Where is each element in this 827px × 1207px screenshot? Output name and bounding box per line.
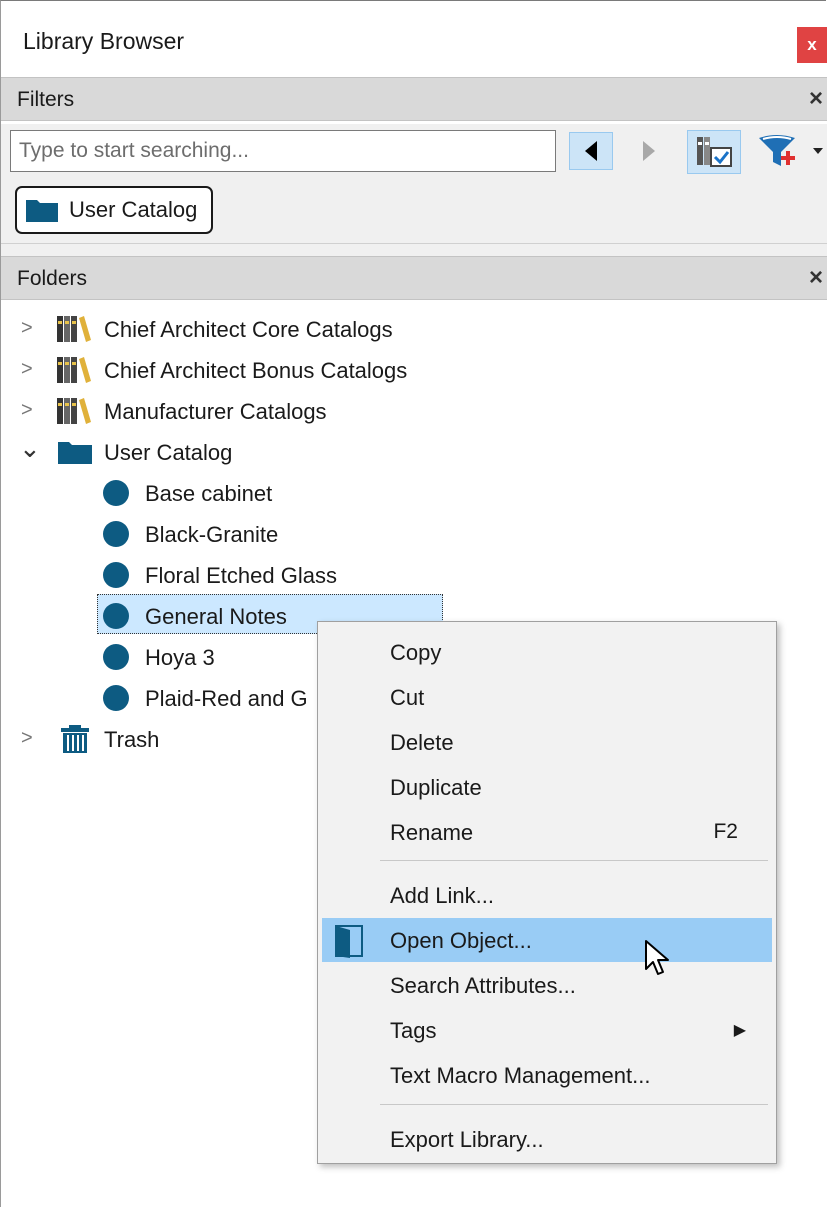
menu-item-label: Copy <box>390 640 442 665</box>
search-input[interactable] <box>10 130 556 172</box>
library-browser-window: Library Browser x Filters × Type to star… <box>0 0 827 1207</box>
forward-button[interactable] <box>629 132 669 170</box>
tree-item-label: Chief Architect Core Catalogs <box>104 317 393 342</box>
menu-item-label: Duplicate <box>390 775 482 800</box>
user-catalog-filter-chip[interactable]: User Catalog <box>15 186 213 234</box>
submenu-arrow-icon: ▶ <box>733 1022 746 1039</box>
tree-item-label: Trash <box>104 727 160 752</box>
shortcut-label: F2 <box>713 820 738 843</box>
open-object-icon <box>334 924 366 963</box>
filters-title: Filters <box>17 88 75 111</box>
menu-separator <box>380 860 768 861</box>
catalog-check-icon <box>697 137 732 167</box>
title-bar: Library Browser x <box>1 1 827 71</box>
mouse-cursor-icon <box>645 940 669 975</box>
menu-item-cut[interactable]: Cut <box>322 675 772 719</box>
tree-item-label: User Catalog <box>104 440 233 465</box>
search-toolbar <box>1 124 827 182</box>
expand-icon[interactable]: > <box>21 358 33 381</box>
tree-item-label: Hoya 3 <box>145 645 215 670</box>
menu-item-delete[interactable]: Delete <box>322 720 772 764</box>
expand-icon[interactable]: > <box>21 317 33 340</box>
folder-icon <box>57 439 93 470</box>
menu-item-copy[interactable]: Copy <box>322 630 772 674</box>
catalog-books-icon <box>55 314 93 349</box>
menu-item-text-macro-management[interactable]: Text Macro Management... <box>322 1053 772 1097</box>
menu-item-label: Cut <box>390 685 425 710</box>
tree-item-manufacturer-catalogs[interactable]: > Manufacturer Catalogs <box>1 390 827 431</box>
menu-item-label: Text Macro Management... <box>390 1063 651 1088</box>
menu-item-duplicate[interactable]: Duplicate <box>322 765 772 809</box>
object-dot-icon <box>103 562 129 593</box>
object-dot-icon <box>103 480 129 511</box>
filters-close-icon[interactable]: × <box>809 85 823 113</box>
catalog-selection-button[interactable] <box>687 130 741 174</box>
tree-item-label: Chief Architect Bonus Catalogs <box>104 358 408 383</box>
folders-close-icon[interactable]: × <box>809 264 823 292</box>
tree-item-label: Base cabinet <box>145 481 273 506</box>
chip-label: User Catalog <box>69 197 198 222</box>
expand-icon[interactable]: > <box>21 727 33 750</box>
menu-item-search-attributes[interactable]: Search Attributes... <box>322 963 772 1007</box>
folder-icon <box>26 200 58 222</box>
active-filters-row: User Catalog <box>1 182 827 244</box>
folders-title: Folders <box>17 267 88 290</box>
object-dot-icon <box>103 521 129 552</box>
tree-item-label: Black-Granite <box>145 522 279 547</box>
back-button[interactable] <box>569 132 613 170</box>
window-title: Library Browser <box>23 28 185 54</box>
menu-item-rename[interactable]: Rename F2 <box>322 810 772 854</box>
menu-separator <box>380 1104 768 1105</box>
arrow-left-icon <box>585 141 597 161</box>
arrow-right-icon <box>643 141 655 161</box>
menu-item-label: Add Link... <box>390 883 494 908</box>
tree-item-user-catalog[interactable]: ⌄ User Catalog <box>1 431 827 472</box>
menu-item-tags[interactable]: Tags ▶ <box>322 1008 772 1052</box>
tree-item-label: General Notes <box>145 604 287 629</box>
tree-item-label: Plaid-Red and G <box>145 686 308 711</box>
menu-item-export-library[interactable]: Export Library... <box>322 1117 772 1161</box>
object-dot-icon <box>103 685 129 716</box>
object-dot-icon <box>103 603 129 634</box>
menu-item-label: Export Library... <box>390 1127 544 1152</box>
collapse-icon[interactable]: ⌄ <box>19 433 41 464</box>
object-dot-icon <box>103 644 129 675</box>
tree-item-label: Floral Etched Glass <box>145 563 337 588</box>
catalog-books-icon <box>55 396 93 431</box>
menu-item-label: Rename <box>390 820 474 845</box>
divider <box>1 244 827 256</box>
catalog-books-icon <box>55 355 93 390</box>
menu-item-label: Open Object... <box>390 928 532 953</box>
folders-header: Folders × <box>1 256 827 300</box>
tree-item-label: Manufacturer Catalogs <box>104 399 327 424</box>
tree-item-base-cabinet[interactable]: Base cabinet <box>1 472 827 513</box>
tree-item-floral-etched-glass[interactable]: Floral Etched Glass <box>1 554 827 595</box>
add-filter-button[interactable] <box>755 130 827 174</box>
menu-item-label: Search Attributes... <box>390 973 576 998</box>
tree-item-bonus-catalogs[interactable]: > Chief Architect Bonus Catalogs <box>1 349 827 390</box>
tree-item-core-catalogs[interactable]: > Chief Architect Core Catalogs <box>1 308 827 349</box>
close-window-button[interactable]: x <box>797 27 827 63</box>
filter-add-icon <box>759 135 823 166</box>
menu-item-add-link[interactable]: Add Link... <box>322 873 772 917</box>
expand-icon[interactable]: > <box>21 399 33 422</box>
filters-header: Filters × <box>1 77 827 121</box>
trash-icon <box>59 724 91 759</box>
menu-item-open-object[interactable]: Open Object... <box>322 918 772 962</box>
menu-item-label: Tags <box>390 1018 437 1043</box>
tree-item-black-granite[interactable]: Black-Granite <box>1 513 827 554</box>
context-menu: Copy Cut Delete Duplicate Rename F2 Add … <box>317 621 777 1164</box>
menu-item-label: Delete <box>390 730 454 755</box>
